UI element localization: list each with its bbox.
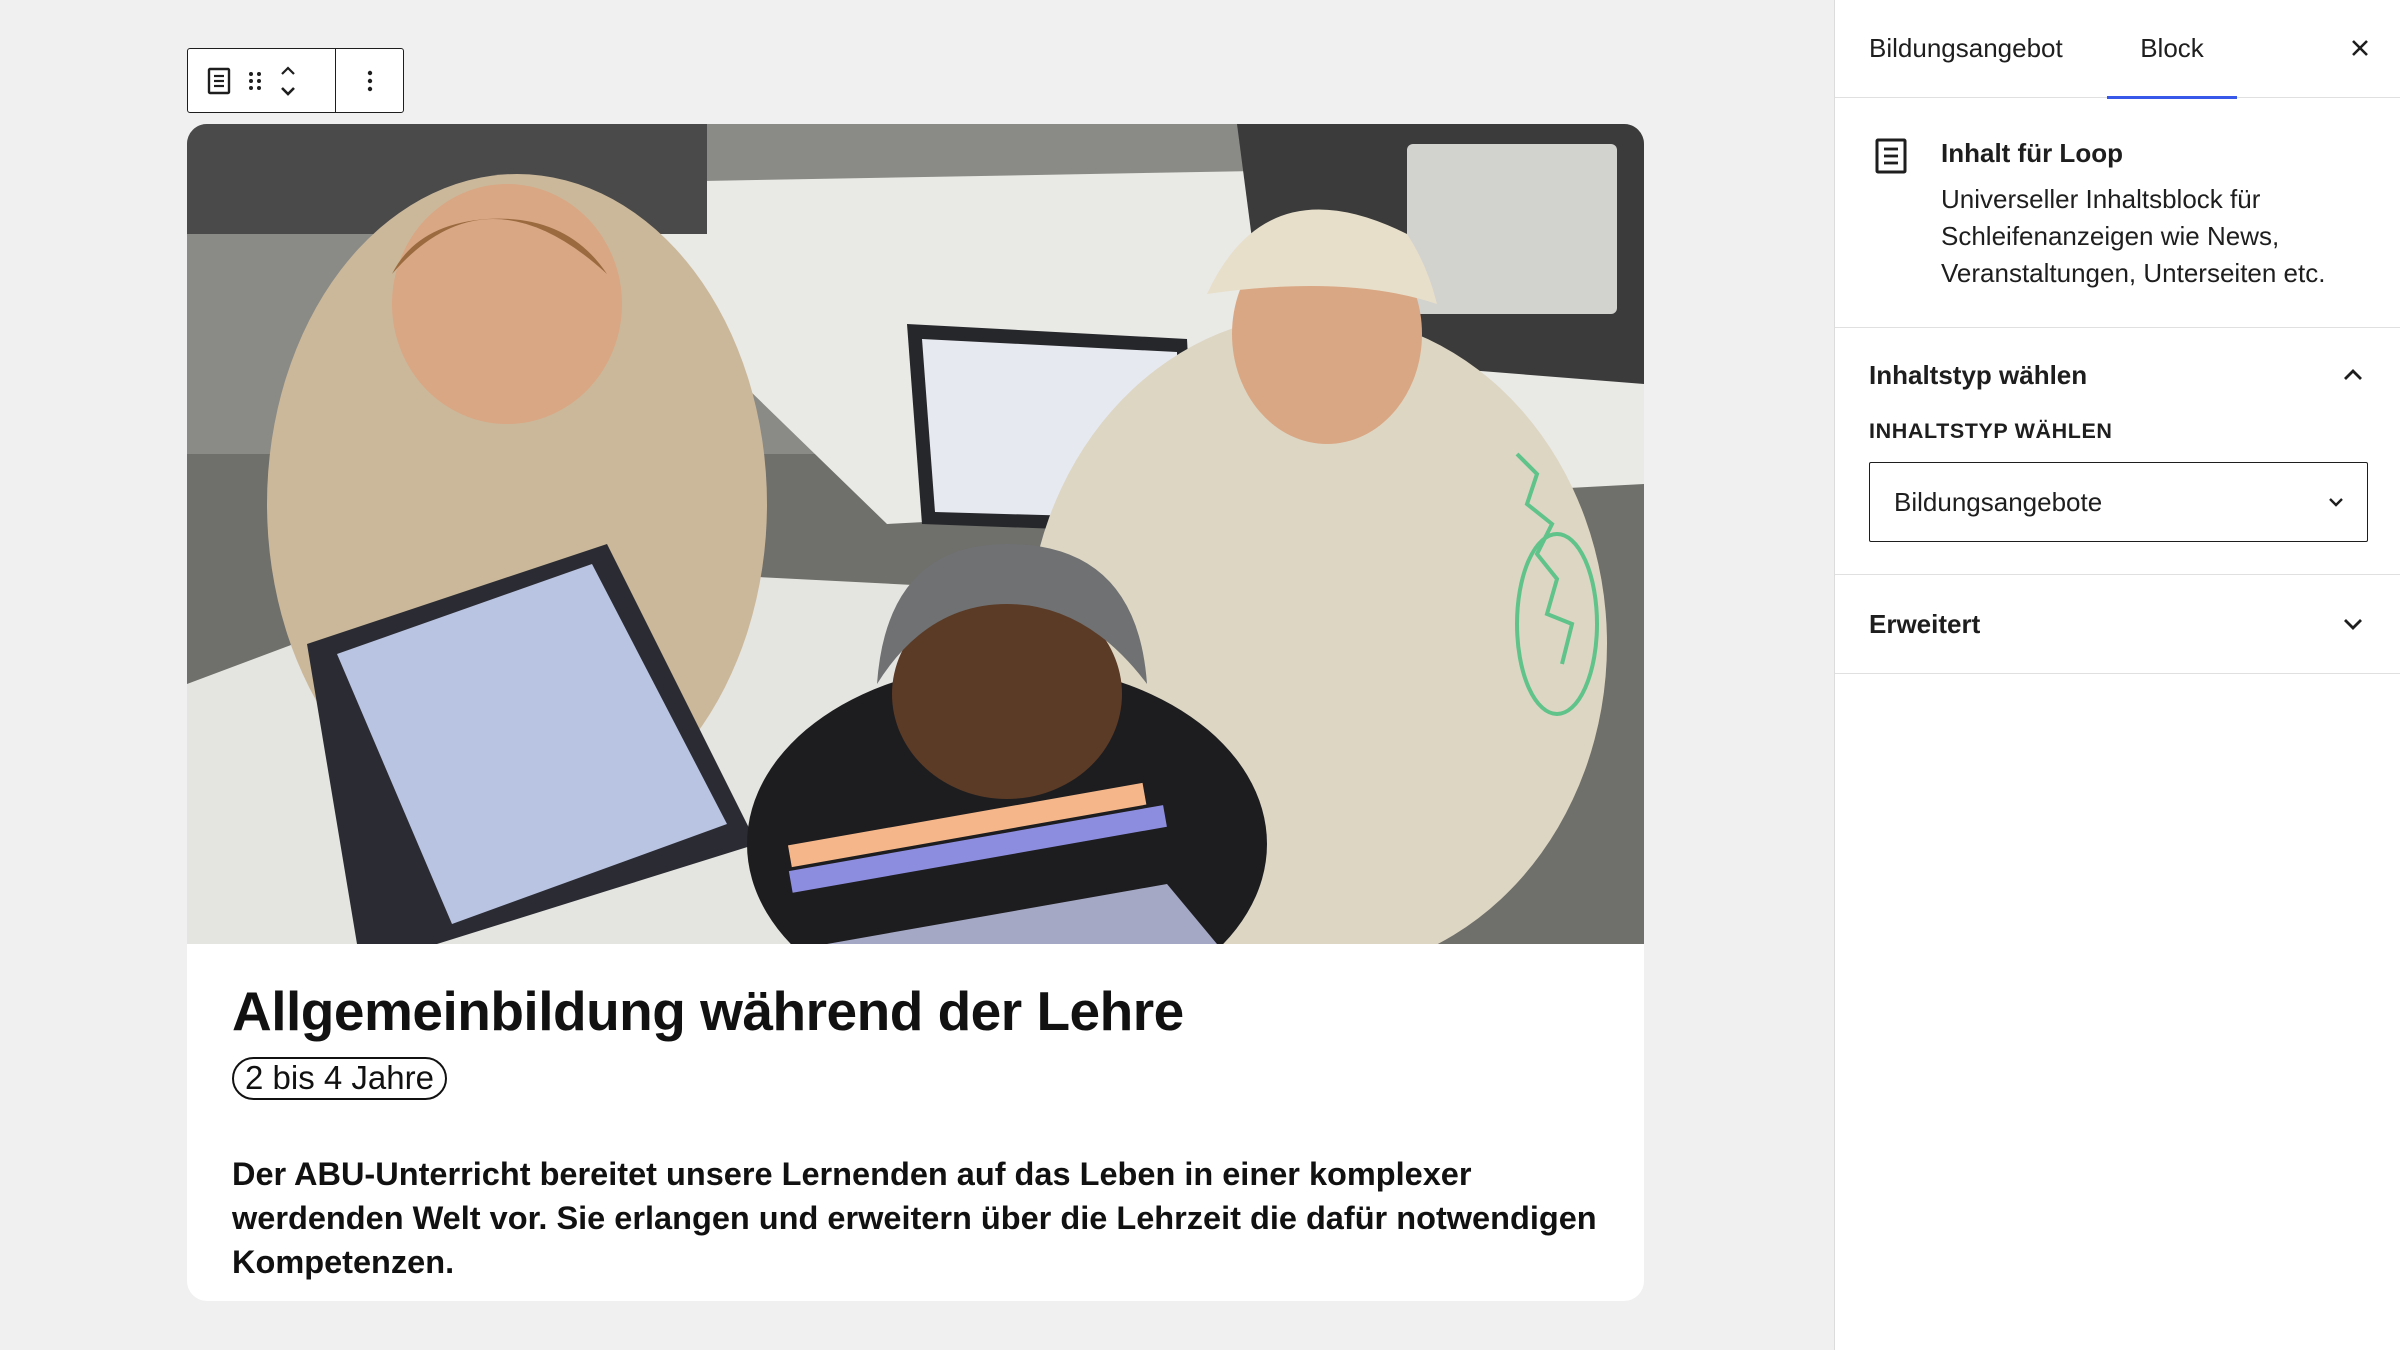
- list-document-icon[interactable]: [206, 66, 232, 96]
- chevron-down-icon: [2329, 498, 2343, 507]
- settings-sidebar: Bildungsangebot Block Inhalt für Loop Un…: [1834, 0, 2400, 1350]
- block-toolbar-options-group: [336, 49, 403, 112]
- content-loop-card[interactable]: Allgemeinbildung während der Lehre 2 bis…: [187, 124, 1644, 1301]
- duration-badge: 2 bis 4 Jahre: [232, 1057, 447, 1100]
- panel-erweitert: Erweitert: [1835, 575, 2400, 674]
- panel-inhaltstyp-body: Inhaltstyp wählen Bildungsangebote: [1835, 419, 2400, 574]
- panel-title: Inhaltstyp wählen: [1869, 359, 2088, 390]
- field-label: Inhaltstyp wählen: [1869, 419, 2113, 443]
- close-icon[interactable]: [2340, 28, 2380, 68]
- block-card-description: Universeller Inhaltsblock für Schleifena…: [1941, 184, 2326, 288]
- card-title: Allgemeinbildung während der Lehre: [232, 980, 1184, 1042]
- block-card: Inhalt für Loop Universeller Inhaltsbloc…: [1835, 98, 2400, 328]
- card-body: Allgemeinbildung während der Lehre 2 bis…: [187, 980, 1644, 1284]
- card-description: Der ABU-Unterricht bereitet unsere Lerne…: [232, 1155, 1597, 1280]
- select-value: Bildungsangebote: [1894, 486, 2103, 517]
- block-toolbar-main-group: [188, 49, 336, 112]
- chevron-down-icon[interactable]: [278, 85, 298, 97]
- classroom-students-laptops-photo: [187, 124, 1644, 944]
- panel-inhaltstyp: Inhaltstyp wählen Inhaltstyp wählen Bild…: [1835, 328, 2400, 575]
- sidebar-tabs: Bildungsangebot Block: [1835, 0, 2400, 99]
- panel-title: Erweitert: [1869, 608, 1981, 639]
- tab-block[interactable]: Block: [2107, 0, 2237, 99]
- block-card-title: Inhalt für Loop: [1941, 138, 2123, 168]
- block-mover: [278, 65, 298, 97]
- tab-bildungsangebot[interactable]: Bildungsangebot: [1835, 0, 2107, 97]
- panel-inhaltstyp-toggle[interactable]: Inhaltstyp wählen: [1835, 328, 2400, 422]
- chevron-up-icon: [2344, 369, 2362, 380]
- block-toolbar: [187, 48, 404, 113]
- content-type-select[interactable]: Bildungsangebote: [1869, 462, 2368, 542]
- chevron-up-icon[interactable]: [278, 65, 298, 77]
- block-card-content: Inhalt für Loop Universeller Inhaltsbloc…: [1941, 136, 2371, 327]
- chevron-down-icon: [2344, 619, 2362, 630]
- list-document-icon: [1875, 138, 1907, 174]
- editor-canvas: Allgemeinbildung während der Lehre 2 bis…: [0, 0, 1834, 1350]
- more-vertical-icon[interactable]: [365, 67, 375, 95]
- drag-handle-icon[interactable]: [244, 67, 266, 95]
- panel-erweitert-toggle[interactable]: Erweitert: [1835, 575, 2400, 673]
